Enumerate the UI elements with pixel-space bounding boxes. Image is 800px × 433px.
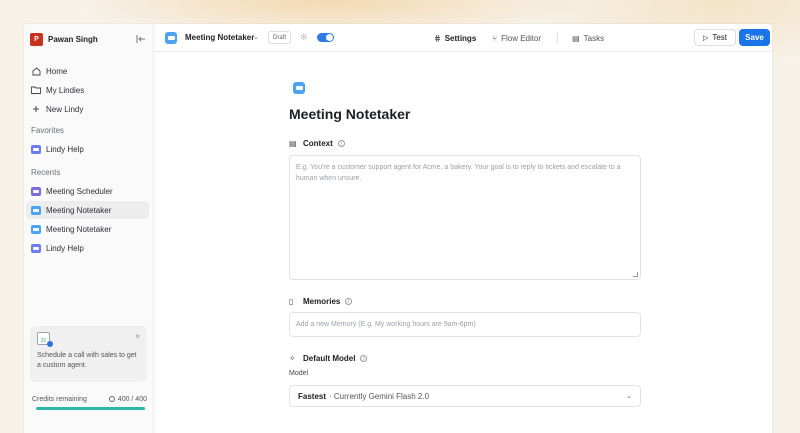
test-button-label: Test [712,33,728,42]
info-icon[interactable]: i [345,298,353,305]
tab-settings[interactable]: ⋕ Settings [434,34,476,43]
sidebar-item-label: Home [46,66,68,76]
context-placeholder: E.g. You're a customer support agent for… [296,164,621,182]
sidebar-item-new-lindy[interactable]: New Lindy [26,100,149,118]
sidebar-item-recent[interactable]: Lindy Help [26,239,149,257]
memory-input[interactable]: Add a new Memory (E.g. My working hours … [289,312,641,337]
tab-bar: ⋕ Settings ⑂ Flow Editor ▤ Tasks [434,32,620,44]
tab-flow-editor[interactable]: ⑂ Flow Editor [492,34,541,43]
credits-row: Credits remaining 400 / 400 [32,394,147,404]
credits-progress-bar [36,407,145,410]
credits-icon [108,396,115,402]
notetaker-bot-icon [31,205,41,215]
agent-bot-icon [165,32,177,44]
sparkle-icon: ✧ [289,354,296,363]
model-name: Fastest [298,391,327,401]
calendar-icon: 31 [37,332,53,347]
sidebar-item-lindy-help-favorite[interactable]: Lindy Help [26,140,149,158]
chevron-down-icon[interactable]: ⌄ [253,33,259,41]
tab-label: Flow Editor [501,33,542,43]
context-label: ▤ Context i [289,139,345,148]
agent-title-dropdown[interactable]: Meeting Notetaker [185,33,254,42]
sidebar-item-label: Meeting Notetaker [46,224,112,234]
context-textarea[interactable]: E.g. You're a customer support agent for… [289,155,641,280]
agent-avatar-icon[interactable] [293,82,305,94]
settings-panel: Meeting Notetaker ▤ Context i E.g. You'r… [154,52,772,433]
sidebar-item-recent[interactable]: Meeting Notetaker [26,220,149,238]
tab-tasks[interactable]: ▤ Tasks [572,34,604,43]
credits-count: 400 / 400 [117,395,147,403]
close-icon[interactable]: × [135,332,140,341]
default-model-label: ✧ Default Model i [289,354,368,363]
sidebar-item-label: Lindy Help [46,243,84,253]
sidebar: P Pawan Singh Home My Lindies New Lindy … [24,24,154,433]
document-icon: ▤ [289,139,297,148]
resize-handle[interactable] [633,272,638,277]
memories-label-text: Memories [303,297,341,306]
recents-heading: Recents [31,167,61,177]
plus-icon [31,104,41,114]
chevron-down-icon: ⌄ [626,393,632,400]
sidebar-nav: Home My Lindies New Lindy Favorites Lind… [26,62,149,258]
test-button[interactable]: ▷ Test [694,29,736,46]
sidebar-item-label: New Lindy [46,104,84,114]
sun-icon: ✻ [300,32,308,42]
flow-icon: ⑂ [492,33,498,43]
model-detail: · Currently Gemini Flash 2.0 [329,391,430,401]
sidebar-item-my-lindies[interactable]: My Lindies [26,81,149,99]
memory-placeholder: Add a new Memory (E.g. My working hours … [296,321,476,328]
sidebar-item-label: Meeting Scheduler [46,186,113,196]
user-menu[interactable]: P Pawan Singh [30,32,147,46]
app-window: P Pawan Singh Home My Lindies New Lindy … [24,24,772,433]
credits-label: Credits remaining [32,395,87,403]
scheduler-bot-icon [31,186,41,196]
info-icon[interactable]: i [337,140,345,147]
model-select[interactable]: Fastest · Currently Gemini Flash 2.0 ⌄ [289,385,641,407]
avatar: P [30,32,43,46]
lindy-bot-icon [31,144,41,154]
sidebar-item-label: My Lindies [46,85,85,95]
tab-label: Settings [444,33,477,43]
lindy-bot-icon [31,243,41,253]
folder-icon [31,85,41,95]
agent-enabled-toggle[interactable] [317,33,334,42]
credits-progress-fill [36,407,145,410]
page-title[interactable]: Meeting Notetaker [289,106,410,122]
collapse-sidebar-icon[interactable] [135,34,147,44]
memories-label: ▯ Memories i [289,297,353,306]
save-button[interactable]: Save [739,29,770,46]
tasks-icon: ▤ [572,33,580,43]
sidebar-item-label: Lindy Help [46,144,84,154]
sliders-icon: ⋕ [434,33,441,43]
tab-divider [557,33,559,43]
status-badge: Draft [268,31,292,44]
sidebar-item-home[interactable]: Home [26,62,149,80]
info-icon[interactable]: i [360,355,368,362]
sidebar-item-recent-active[interactable]: Meeting Notetaker [26,201,149,219]
play-icon: ▷ [702,34,709,42]
model-sublabel: Model [289,370,309,377]
home-icon [31,66,41,76]
memory-icon: ▯ [289,297,294,306]
context-label-text: Context [303,139,333,148]
sidebar-item-label: Meeting Notetaker [46,205,112,215]
top-bar: Meeting Notetaker ⌄ Draft ✻ ⋕ Settings ⑂… [154,24,772,52]
default-model-label-text: Default Model [303,354,356,363]
user-name: Pawan Singh [48,34,98,44]
notetaker-bot-icon [31,224,41,234]
promo-text: Schedule a call with sales to get a cust… [37,352,137,369]
tab-label: Tasks [583,33,605,43]
credits-value: 400 / 400 [108,395,147,403]
favorites-heading: Favorites [31,125,64,135]
sidebar-item-recent[interactable]: Meeting Scheduler [26,182,149,200]
sales-promo-card[interactable]: 31 × Schedule a call with sales to get a… [30,326,147,382]
